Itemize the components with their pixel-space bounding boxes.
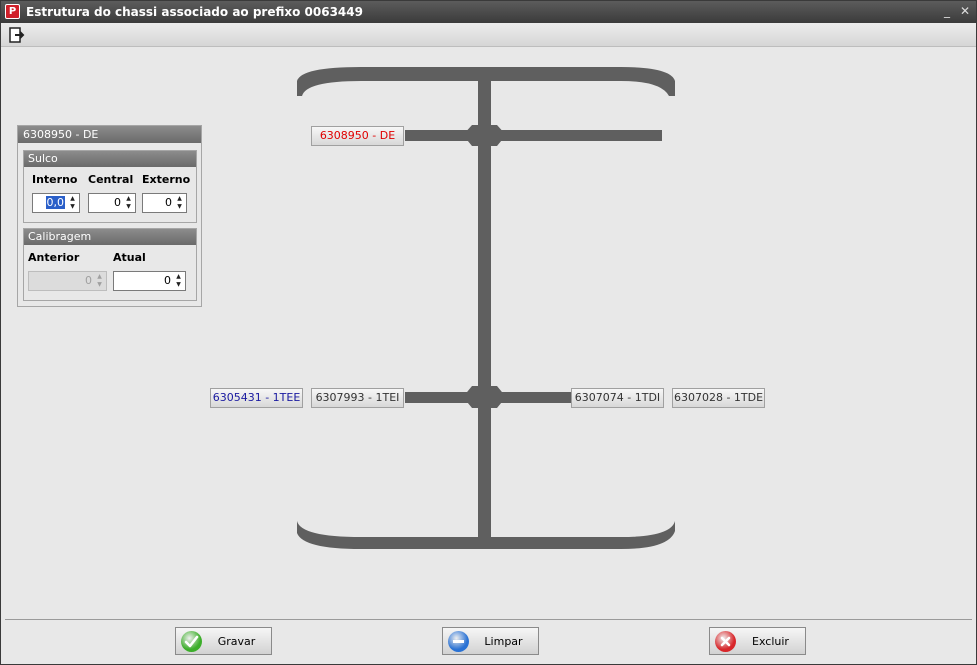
anterior-spin-arrows-icon: ▲ ▼ <box>97 273 102 288</box>
rear-axle-hub <box>463 386 506 408</box>
calibragem-group: Calibragem Anterior Atual 0 ▲ ▼ 0 ▲ ▼ <box>23 228 197 301</box>
central-label: Central <box>88 173 134 186</box>
clear-label: Limpar <box>484 635 523 648</box>
tire-details-panel: 6308950 - DE Sulco Interno Central Exter… <box>17 125 202 307</box>
delete-label: Excluir <box>752 635 789 648</box>
interno-spin-arrows-icon[interactable]: ▲ ▼ <box>68 195 77 211</box>
sulco-title: Sulco <box>24 151 196 167</box>
clear-button[interactable]: Limpar <box>442 627 539 655</box>
atual-value: 0 <box>164 274 171 287</box>
calibragem-title: Calibragem <box>24 229 196 245</box>
tire-front-de-button[interactable]: 6308950 - DE <box>311 126 404 146</box>
front-axle-hub <box>463 125 506 146</box>
chassis-window: P Estrutura do chassi associado ao prefi… <box>0 0 977 665</box>
anterior-label: Anterior <box>28 251 80 264</box>
tire-rear-1tee-button[interactable]: 6305431 - 1TEE <box>210 388 303 408</box>
central-value: 0 <box>114 196 121 209</box>
externo-value: 0 <box>165 196 172 209</box>
footer-divider <box>5 619 972 620</box>
interno-value: 0,0 <box>45 196 65 209</box>
atual-stepper[interactable]: 0 ▲ ▼ <box>113 271 186 291</box>
externo-label: Externo <box>142 173 191 186</box>
central-stepper[interactable]: 0 ▲ ▼ <box>88 193 136 213</box>
chassis-spine <box>478 79 491 539</box>
tire-rear-1tde-button[interactable]: 6307028 - 1TDE <box>672 388 765 408</box>
tire-rear-1tdi-button[interactable]: 6307074 - 1TDI <box>571 388 664 408</box>
close-x-icon <box>715 631 736 652</box>
anterior-value: 0 <box>85 274 92 287</box>
save-button[interactable]: Gravar <box>175 627 272 655</box>
sulco-group: Sulco Interno Central Externo 0,0 ▲ ▼ 0 ▲… <box>23 150 197 223</box>
save-label: Gravar <box>217 635 256 648</box>
externo-spin-arrows-icon[interactable]: ▲ ▼ <box>175 195 184 211</box>
interno-stepper[interactable]: 0,0 ▲ ▼ <box>32 193 80 213</box>
tire-rear-1tei-button[interactable]: 6307993 - 1TEI <box>311 388 404 408</box>
central-spin-arrows-icon[interactable]: ▲ ▼ <box>124 195 133 211</box>
interno-label: Interno <box>32 173 78 186</box>
chassis-diagram <box>297 67 675 549</box>
anterior-stepper: 0 ▲ ▼ <box>28 271 107 291</box>
front-axle <box>405 130 662 141</box>
minus-icon <box>448 631 469 652</box>
tire-details-title: 6308950 - DE <box>18 126 201 143</box>
externo-stepper[interactable]: 0 ▲ ▼ <box>142 193 187 213</box>
atual-label: Atual <box>113 251 146 264</box>
delete-button[interactable]: Excluir <box>709 627 806 655</box>
checkmark-icon <box>181 631 202 652</box>
atual-spin-arrows-icon[interactable]: ▲ ▼ <box>174 273 183 289</box>
